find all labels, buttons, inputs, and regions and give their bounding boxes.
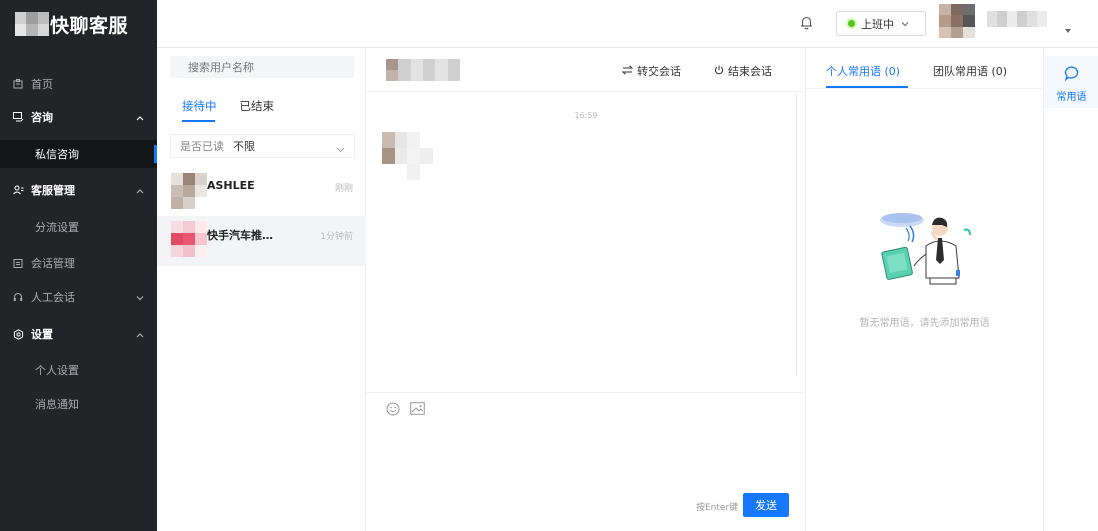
sidebar-item-personal-settings[interactable]: 个人设置 [0,356,157,384]
app-logo: 快聊客服 [0,0,157,48]
message-timestamp: 16:59 [574,111,598,120]
sidebar-item-label: 人工会话 [31,291,75,304]
chat-bubble-icon [1064,66,1080,84]
empty-state-text: 暂无常用语，请先添加常用语 [859,318,990,329]
bell-icon[interactable] [800,15,813,33]
common-phrases-panel: 个人常用语 (0) 团队常用语 (0) 暂无常用语，请先添加常用语 [806,48,1043,531]
chevron-up-icon [136,111,144,124]
tab-label: 团队常用语 [933,65,988,78]
chat-monitor-icon [11,112,25,122]
tab-receiving[interactable]: 接待中 [182,98,217,122]
conversation-name: 快手汽车推… [207,229,273,242]
end-session-button[interactable]: 结束会话 [714,63,772,79]
conversation-name: ASHLEE [207,179,255,192]
conversation-time: 1分钟前 [320,232,353,242]
tab-count: (0) [991,65,1008,78]
tab-team-phrases[interactable]: 团队常用语 (0) [933,63,1007,79]
search-input[interactable] [170,56,354,78]
sidebar-item-label: 分流设置 [35,221,79,234]
logo-mosaic [15,12,49,36]
chevron-down-icon [136,291,144,304]
chat-user-redacted [386,59,460,81]
emoji-icon[interactable] [386,402,400,419]
user-avatar[interactable] [939,4,975,38]
power-icon [714,65,724,78]
sidebar-item-settings[interactable]: 设置 [0,320,157,348]
conversation-item[interactable]: 快手汽车推… 1分钟前 [157,216,366,266]
chevron-up-icon [136,328,144,341]
filter-label: 是否已读 [180,140,224,153]
transfer-session-button[interactable]: 转交会话 [621,63,681,79]
conversation-tabs: 接待中 已结束 [182,98,297,122]
transfer-label: 转交会话 [637,65,681,78]
message-redacted [382,132,458,180]
chevron-up-icon [136,184,144,197]
end-label: 结束会话 [728,65,772,78]
send-button[interactable]: 发送 [743,493,789,517]
right-rail: 常用语 [1043,48,1098,531]
gear-icon [11,328,25,340]
chat-panel: 转交会话 结束会话 16:59 按Enter键 发送 [366,48,806,531]
users-icon [11,185,25,195]
sidebar-item-home[interactable]: 首页 [0,70,157,98]
app-title: 快聊客服 [50,14,129,37]
image-icon[interactable] [410,402,425,418]
sidebar-item-consult[interactable]: 咨询 [0,103,157,131]
rail-label: 常用语 [1056,92,1087,103]
sidebar-item-session-mgmt[interactable]: 会话管理 [0,249,157,277]
sidebar-item-label: 首页 [31,78,53,91]
read-filter-select[interactable]: 是否已读 不限 [170,134,355,158]
sidebar-item-label: 消息通知 [35,398,79,411]
headset-icon [11,292,25,302]
sidebar-item-label: 设置 [31,328,53,341]
send-hint: 按Enter键 [696,503,739,513]
caret-down-icon[interactable] [1065,29,1071,33]
home-icon [11,79,25,89]
sidebar-item-private-consult[interactable]: 私信咨询 [0,140,157,168]
status-label: 上班中 [861,17,894,31]
rail-item-common-phrases[interactable]: 常用语 [1044,56,1098,108]
conversation-time: 刚刚 [334,184,353,194]
tab-label: 个人常用语 [826,65,881,78]
active-tab-underline [826,86,908,88]
chat-header: 转交会话 结束会话 [366,48,806,92]
topbar: 上班中 [157,0,1098,48]
sidebar-item-diversion[interactable]: 分流设置 [0,213,157,241]
empty-state-illustration-icon [880,213,971,285]
avatar [171,221,207,257]
sidebar-item-label: 私信咨询 [35,148,79,161]
username-redacted[interactable] [987,11,1047,27]
scrollbar[interactable] [796,94,797,376]
sidebar: 快聊客服 首页 咨询 私信咨询 客服管理 分流设置 会话管理 人工会话 设置 个… [0,0,157,531]
phrase-tabs: 个人常用语 (0) 团队常用语 (0) [806,48,1043,89]
avatar [171,173,207,209]
sidebar-item-service-mgmt[interactable]: 客服管理 [0,176,157,204]
chevron-down-icon [336,143,345,156]
swap-arrows-icon [621,64,634,78]
message-composer[interactable]: 按Enter键 发送 [366,392,806,531]
online-status-dot [848,20,855,27]
chevron-down-icon [901,17,909,30]
sidebar-item-label: 客服管理 [31,184,75,197]
filter-value: 不限 [233,140,255,153]
sidebar-item-label: 会话管理 [31,257,75,270]
status-select[interactable]: 上班中 [836,11,926,36]
sidebar-item-manual-session[interactable]: 人工会话 [0,283,157,311]
sidebar-item-label: 咨询 [31,111,53,124]
sidebar-item-notifications[interactable]: 消息通知 [0,390,157,418]
sidebar-item-label: 个人设置 [35,364,79,377]
clipboard-icon [11,258,25,268]
tab-ended[interactable]: 已结束 [240,98,275,122]
tab-count: (0) [884,65,901,78]
conversation-list-panel: 接待中 已结束 是否已读 不限 ASHLEE 刚刚 快手汽车推… 1分钟前 [157,48,366,531]
tab-personal-phrases[interactable]: 个人常用语 (0) [826,63,900,79]
conversation-item[interactable]: ASHLEE 刚刚 [157,168,366,218]
